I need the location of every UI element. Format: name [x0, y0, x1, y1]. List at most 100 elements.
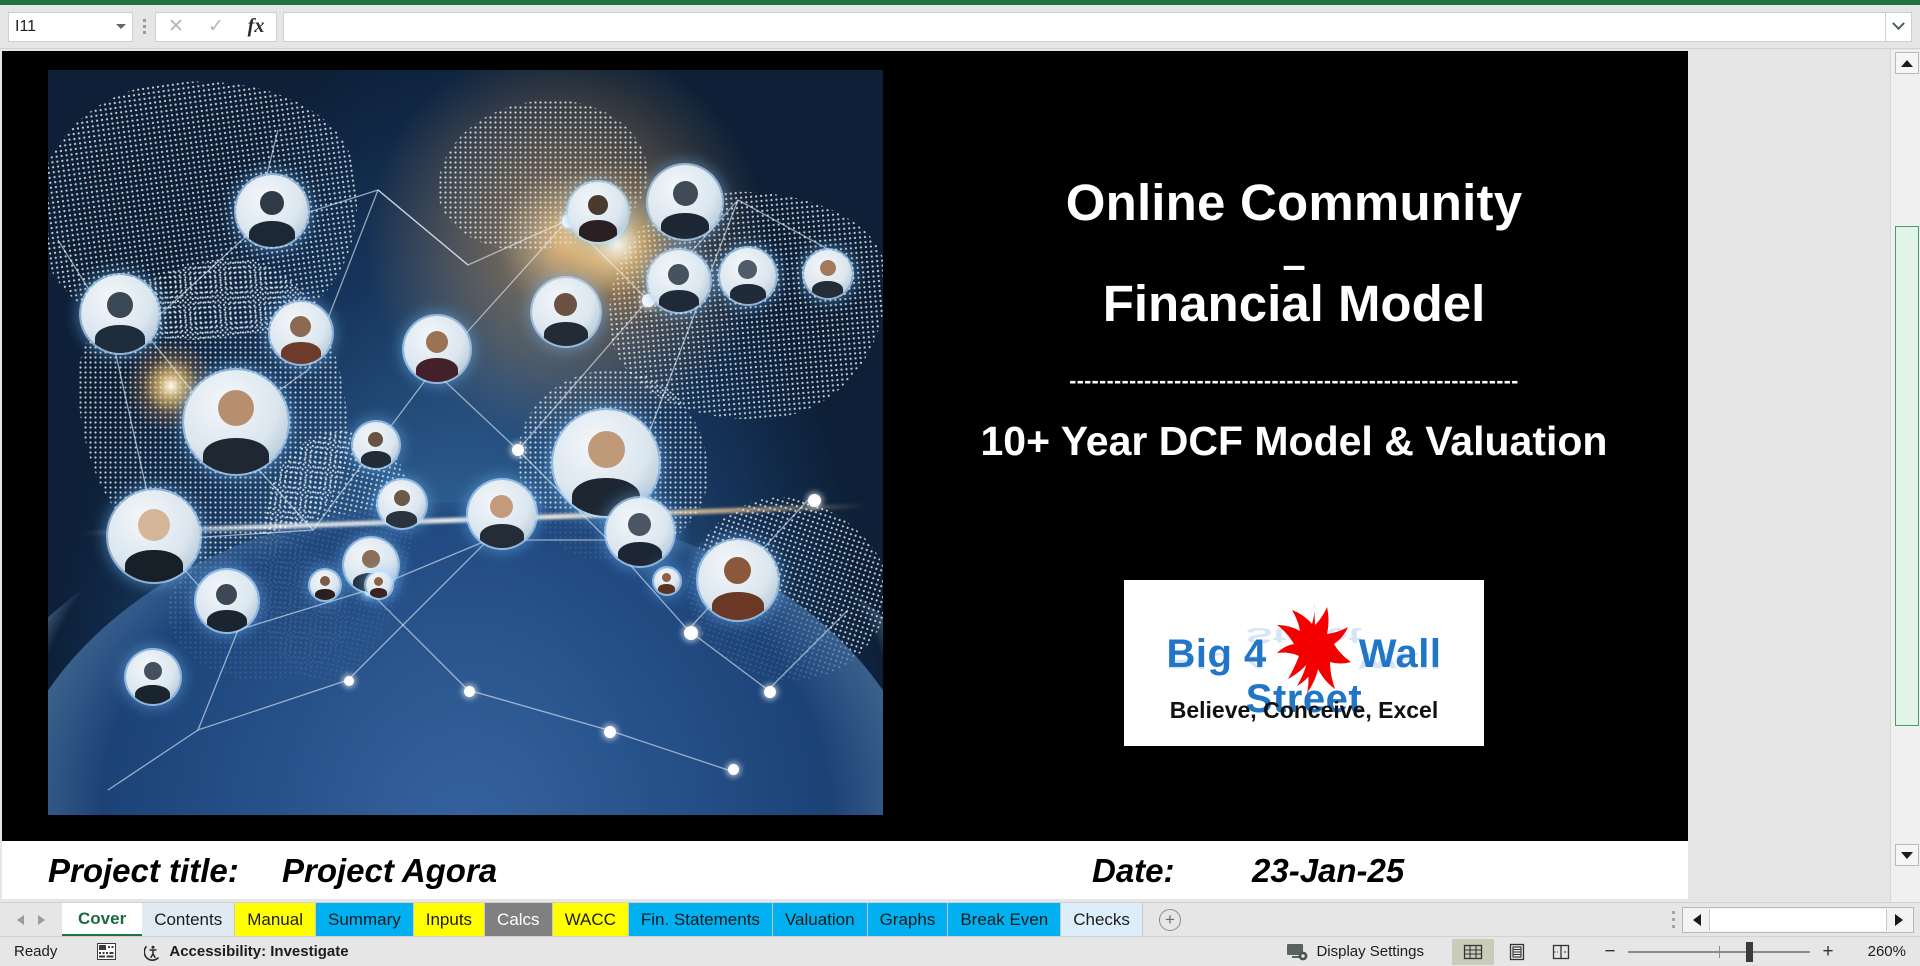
- name-box[interactable]: I11: [8, 11, 133, 42]
- network-node-dot: [604, 726, 616, 738]
- sheet-tab-calcs[interactable]: Calcs: [485, 903, 553, 937]
- worksheet-canvas[interactable]: Online Community – Financial Model -----…: [0, 50, 1890, 902]
- display-settings-button[interactable]: Display Settings: [1287, 943, 1424, 961]
- normal-view-icon: [1463, 944, 1483, 959]
- sheet-tab-manual[interactable]: Manual: [235, 903, 316, 937]
- cancel-icon[interactable]: ✕: [158, 13, 194, 41]
- tab-bar-spacer: [1197, 903, 1666, 936]
- community-member-avatar: [654, 568, 680, 594]
- fx-icon[interactable]: fx: [238, 13, 274, 41]
- zoom-level-label[interactable]: 260%: [1854, 943, 1906, 960]
- community-member-avatar: [81, 275, 159, 353]
- community-member-avatar: [532, 278, 600, 346]
- display-settings-label: Display Settings: [1316, 943, 1424, 960]
- chevron-down-icon[interactable]: [116, 24, 126, 29]
- formula-bar-drag-handle[interactable]: [133, 12, 155, 42]
- network-node-dot: [344, 676, 354, 686]
- triangle-up-icon: [1901, 59, 1913, 67]
- scroll-down-button[interactable]: [1895, 844, 1919, 866]
- accessibility-label: Accessibility: Investigate: [169, 943, 349, 960]
- sheet-nav-arrows[interactable]: [0, 903, 62, 936]
- page-subtitle: 10+ Year DCF Model & Valuation: [980, 418, 1608, 464]
- formula-bar: I11 ✕ ✓ fx: [0, 5, 1920, 49]
- community-member-avatar: [353, 422, 399, 468]
- page-break-view-button[interactable]: [1540, 939, 1582, 965]
- eagle-icon: [1277, 602, 1351, 693]
- scroll-up-button[interactable]: [1895, 52, 1919, 74]
- zoom-slider-thumb[interactable]: [1746, 941, 1753, 962]
- triangle-right-icon[interactable]: [38, 914, 45, 925]
- vertical-scrollbar[interactable]: [1890, 50, 1920, 902]
- sheet-tab-break-even[interactable]: Break Even: [948, 903, 1062, 937]
- network-node-dot: [808, 494, 821, 507]
- project-title-value[interactable]: Project Agora: [282, 852, 497, 890]
- sheet-tab-contents[interactable]: Contents: [142, 903, 236, 937]
- cover-footer: Project title: Project Agora Date: 23-Ja…: [2, 841, 1688, 899]
- status-mode: Ready: [14, 943, 58, 960]
- network-node-dot: [764, 686, 776, 698]
- date-value[interactable]: 23-Jan-25: [1252, 852, 1404, 890]
- status-bar-right: Display Settings − + 260%: [1287, 938, 1920, 965]
- sheet-tab-summary[interactable]: Summary: [316, 903, 414, 937]
- sheet-tab-bar: Cover Contents Manual Summary Inputs Cal…: [0, 902, 1920, 937]
- scroll-right-button[interactable]: [1887, 914, 1911, 926]
- title-divider: ----------------------------------------…: [1069, 370, 1519, 393]
- community-member-avatar: [236, 175, 308, 247]
- network-node-dot: [728, 764, 739, 775]
- zoom-slider[interactable]: [1628, 941, 1810, 962]
- community-member-avatar: [378, 480, 426, 528]
- community-member-avatar: [698, 540, 778, 620]
- record-macro-icon[interactable]: [97, 943, 117, 960]
- page-layout-view-button[interactable]: [1496, 939, 1538, 965]
- community-member-avatar: [108, 490, 200, 582]
- online-community-network-image[interactable]: [48, 70, 883, 815]
- sheet-tab-cover[interactable]: Cover: [62, 903, 143, 937]
- logo-tagline: Believe, Conceive, Excel: [1169, 697, 1439, 723]
- triangle-left-icon[interactable]: [17, 914, 24, 925]
- triangle-right-icon: [1895, 914, 1903, 926]
- normal-view-button[interactable]: [1452, 938, 1494, 965]
- formula-input[interactable]: [283, 11, 1886, 42]
- sheet-tab-inputs[interactable]: Inputs: [413, 903, 486, 937]
- status-bar: Ready Accessibility: Investigate Display…: [0, 936, 1920, 966]
- big4wallstreet-logo: Big 4Wall Street Big 4Wall Street Believ…: [1124, 580, 1484, 746]
- network-node-dot: [464, 686, 475, 697]
- accessibility-status[interactable]: Accessibility: Investigate: [144, 943, 349, 961]
- sheet-tab-fin-statements[interactable]: Fin. Statements: [628, 903, 773, 937]
- community-member-avatar: [468, 480, 536, 548]
- formula-actions: ✕ ✓ fx: [155, 11, 277, 42]
- page-title-line-1: Online Community: [1065, 174, 1523, 231]
- community-member-avatar: [366, 572, 392, 598]
- zoom-slider-midpoint: [1719, 945, 1720, 958]
- sheet-tab-graphs[interactable]: Graphs: [867, 903, 949, 937]
- zoom-out-button[interactable]: −: [1602, 941, 1618, 963]
- triangle-down-icon: [1901, 851, 1913, 859]
- formula-bar-expand-button[interactable]: [1886, 11, 1912, 42]
- plus-icon: +: [1158, 908, 1181, 931]
- community-member-avatar: [568, 182, 628, 242]
- community-member-avatar: [196, 570, 258, 632]
- display-settings-icon: [1287, 943, 1308, 960]
- zoom-in-button[interactable]: +: [1820, 941, 1836, 963]
- sheet-tab-wacc[interactable]: WACC: [552, 903, 629, 937]
- network-node-dot: [512, 444, 524, 456]
- community-member-avatar: [606, 498, 674, 566]
- accessibility-icon: [144, 945, 160, 961]
- community-member-avatar: [720, 248, 776, 304]
- vertical-scrollbar-thumb[interactable]: [1895, 226, 1919, 726]
- horizontal-scrollbar[interactable]: [1682, 907, 1914, 933]
- scroll-left-button[interactable]: [1685, 914, 1709, 926]
- community-member-avatar: [648, 250, 710, 312]
- sheet-tab-checks[interactable]: Checks: [1061, 903, 1143, 937]
- community-member-avatar: [126, 650, 180, 704]
- date-label: Date:: [1092, 852, 1175, 889]
- check-icon[interactable]: ✓: [198, 13, 234, 41]
- horizontal-scrollbar-thumb[interactable]: [1709, 909, 1887, 931]
- page-break-view-icon: [1552, 944, 1570, 959]
- community-member-avatar: [404, 316, 470, 382]
- sheet-tab-valuation[interactable]: Valuation: [772, 903, 868, 937]
- community-member-avatar: [804, 250, 852, 298]
- network-node-dot: [684, 626, 698, 640]
- tab-bar-split-handle[interactable]: [1666, 903, 1680, 936]
- add-sheet-button[interactable]: +: [1143, 903, 1197, 936]
